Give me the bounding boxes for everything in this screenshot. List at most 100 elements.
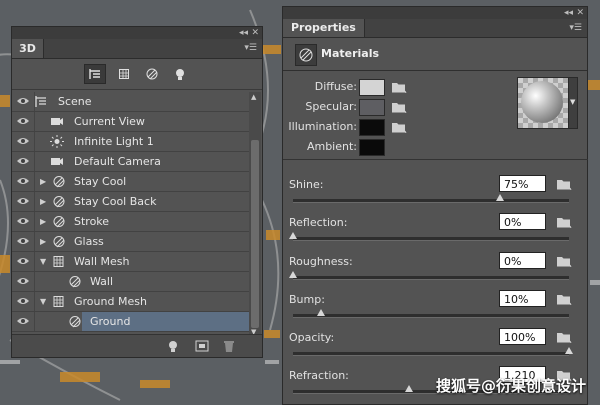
slider-row: Reflection: 0% xyxy=(283,213,588,251)
camera-icon xyxy=(50,155,64,168)
slider-label: Roughness: xyxy=(289,255,353,268)
layer-row[interactable]: ▼ Wall Mesh xyxy=(12,252,249,272)
expand-right-icon[interactable]: ▶ xyxy=(40,217,46,226)
layer-row[interactable]: Default Camera xyxy=(12,152,249,172)
layer-row[interactable]: ▶ Stay Cool xyxy=(12,172,249,192)
visibility-eye-icon[interactable] xyxy=(16,276,30,286)
layer-row[interactable]: Ground xyxy=(12,312,249,332)
layer-row[interactable]: Current View xyxy=(12,112,249,132)
panel-3d-topstrip: ◂◂ ✕ xyxy=(12,27,262,39)
color-swatch[interactable] xyxy=(359,119,385,136)
slider-knob[interactable] xyxy=(289,232,297,239)
watermark: 搜狐号@衍果创意设计 xyxy=(435,377,586,395)
mesh-filter-icon[interactable] xyxy=(114,65,134,83)
add-light-icon[interactable] xyxy=(167,339,181,353)
divider xyxy=(34,272,35,291)
visibility-eye-icon[interactable] xyxy=(16,96,30,106)
color-label: Ambient: xyxy=(306,140,357,153)
expand-right-icon[interactable]: ▶ xyxy=(40,237,46,246)
value-field[interactable]: 100% xyxy=(499,328,546,345)
folder-icon[interactable] xyxy=(556,178,572,191)
panel-3d-tabbar: 3D ▾☰ xyxy=(12,39,262,59)
slider-track[interactable] xyxy=(293,276,569,280)
color-swatch[interactable] xyxy=(359,99,385,116)
value-field[interactable]: 0% xyxy=(499,252,546,269)
visibility-eye-icon[interactable] xyxy=(16,296,30,306)
slider-label: Opacity: xyxy=(289,331,335,344)
slider-track[interactable] xyxy=(293,352,569,356)
folder-icon[interactable] xyxy=(556,293,572,306)
light-filter-icon[interactable] xyxy=(170,65,190,83)
layer-row[interactable]: ▶ Stroke xyxy=(12,212,249,232)
material-icon xyxy=(52,195,66,208)
slider-track[interactable] xyxy=(293,237,569,241)
material-filter-icon[interactable] xyxy=(142,65,162,83)
expand-right-icon[interactable]: ▶ xyxy=(40,197,46,206)
color-swatch[interactable] xyxy=(359,139,385,156)
layer-row[interactable]: Wall xyxy=(12,272,249,292)
layer-label: Default Camera xyxy=(74,155,161,168)
scroll-up-icon[interactable]: ▲ xyxy=(251,93,256,101)
scene-filter-icon[interactable] xyxy=(84,64,106,84)
slider-knob[interactable] xyxy=(496,194,504,201)
layer-list: Scene Current View Infinite Light 1 Default… xyxy=(12,92,249,332)
slider-knob[interactable] xyxy=(405,385,413,392)
divider xyxy=(34,192,35,211)
material-preview[interactable] xyxy=(517,77,569,129)
visibility-eye-icon[interactable] xyxy=(16,176,30,186)
camera-icon xyxy=(50,115,64,128)
visibility-eye-icon[interactable] xyxy=(16,316,30,326)
slider-knob[interactable] xyxy=(565,347,573,354)
folder-icon[interactable] xyxy=(556,216,572,229)
folder-icon[interactable] xyxy=(556,331,572,344)
visibility-eye-icon[interactable] xyxy=(16,216,30,226)
layer-label: Stay Cool Back xyxy=(74,195,157,208)
visibility-eye-icon[interactable] xyxy=(16,116,30,126)
slider-track[interactable] xyxy=(293,199,569,203)
collapse-icon[interactable]: ◂◂ xyxy=(564,7,573,19)
panel-menu-icon[interactable]: ▾☰ xyxy=(244,43,257,53)
expand-right-icon[interactable]: ▶ xyxy=(40,177,46,186)
visibility-eye-icon[interactable] xyxy=(16,256,30,266)
visibility-eye-icon[interactable] xyxy=(16,236,30,246)
value-field[interactable]: 75% xyxy=(499,175,546,192)
divider xyxy=(34,312,35,331)
visibility-eye-icon[interactable] xyxy=(16,136,30,146)
layer-row[interactable]: Scene xyxy=(12,92,249,112)
layer-label: Wall Mesh xyxy=(74,255,130,268)
folder-icon[interactable] xyxy=(391,81,407,94)
slider-track[interactable] xyxy=(293,314,569,318)
color-row: Specular: xyxy=(283,97,413,117)
layer-row[interactable]: ▼ Ground Mesh xyxy=(12,292,249,312)
color-swatch[interactable] xyxy=(359,79,385,96)
close-icon[interactable]: ✕ xyxy=(251,27,259,39)
panel-3d-bottombar xyxy=(12,334,262,357)
expand-down-icon[interactable]: ▼ xyxy=(40,257,46,266)
value-field[interactable]: 0% xyxy=(499,213,546,230)
color-row: Ambient: xyxy=(283,137,413,157)
slider-knob[interactable] xyxy=(317,309,325,316)
slider-knob[interactable] xyxy=(289,271,297,278)
tab-3d[interactable]: 3D xyxy=(12,39,44,58)
render-icon[interactable] xyxy=(195,339,209,353)
divider xyxy=(34,232,35,251)
expand-down-icon[interactable]: ▼ xyxy=(40,297,46,306)
value-field[interactable]: 10% xyxy=(499,290,546,307)
layer-row[interactable]: ▶ Glass xyxy=(12,232,249,252)
slider-row: Opacity: 100% xyxy=(283,328,588,366)
visibility-eye-icon[interactable] xyxy=(16,196,30,206)
layer-row[interactable]: ▶ Stay Cool Back xyxy=(12,192,249,212)
collapse-icon[interactable]: ◂◂ xyxy=(239,27,248,39)
material-picker-dropdown[interactable]: ▼ xyxy=(568,77,578,129)
folder-icon[interactable] xyxy=(556,255,572,268)
panel-menu-icon[interactable]: ▾☰ xyxy=(569,23,582,33)
visibility-eye-icon[interactable] xyxy=(16,156,30,166)
folder-icon[interactable] xyxy=(391,121,407,134)
scrollbar[interactable]: ▲ ▼ xyxy=(249,92,261,337)
layer-row[interactable]: Infinite Light 1 xyxy=(12,132,249,152)
folder-icon[interactable] xyxy=(391,101,407,114)
trash-icon[interactable] xyxy=(222,339,236,353)
scroll-thumb[interactable] xyxy=(251,140,259,328)
close-icon[interactable]: ✕ xyxy=(576,7,584,19)
tab-properties[interactable]: Properties xyxy=(283,19,365,37)
